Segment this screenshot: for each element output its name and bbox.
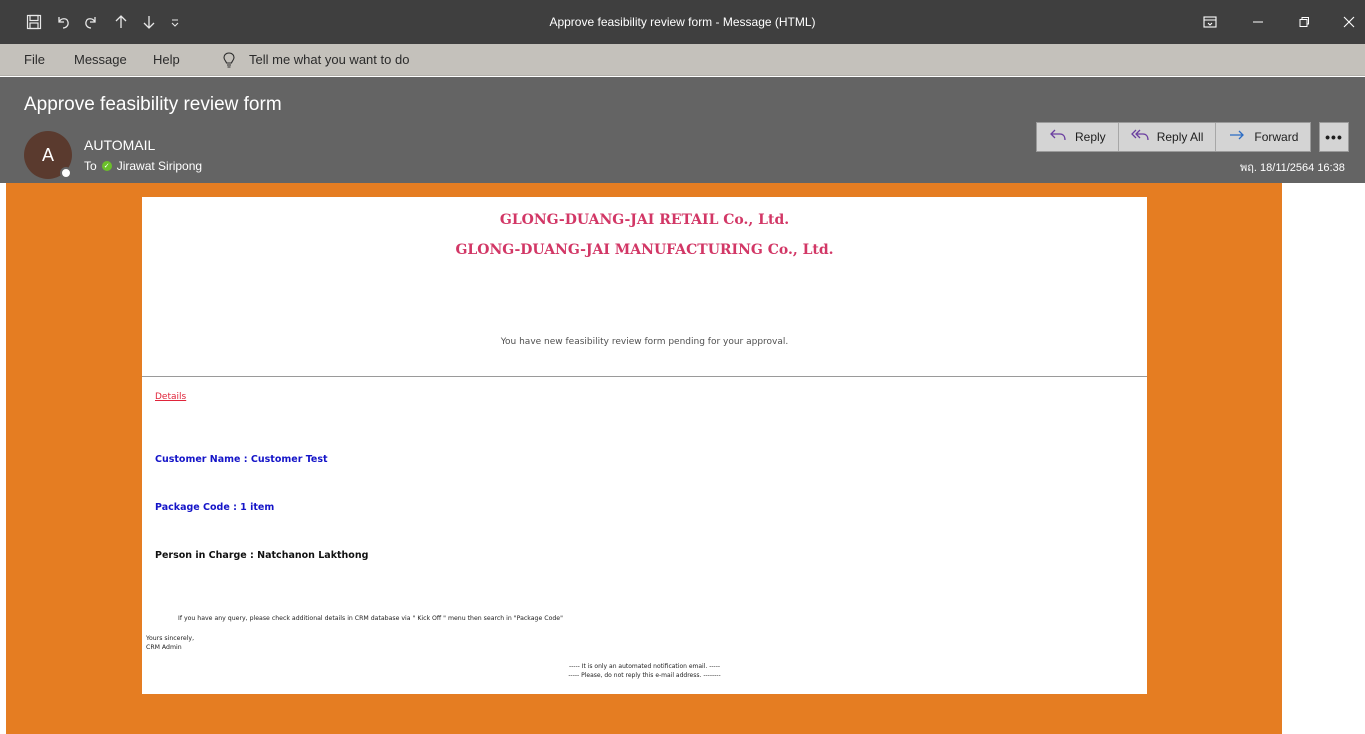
reply-icon [1049,128,1067,146]
company-name-retail: GLONG-DUANG-JAI RETAIL Co., Ltd. [499,212,790,228]
customize-icon[interactable] [163,10,187,34]
lightbulb-icon [220,50,238,70]
restore-icon[interactable] [1290,10,1318,34]
signature-name: CRM Admin [146,644,182,651]
email-content-card: GLONG-DUANG-JAI RETAIL Co., Ltd. GLONG-D… [142,197,1147,694]
reading-pane-margin [1282,183,1365,734]
signature-closing: Yours sincerely, [146,635,195,642]
tell-me-search[interactable]: Tell me what you want to do [249,52,409,67]
message-header: Approve feasibility review form A AUTOMA… [0,77,1365,183]
reply-button[interactable]: Reply [1037,123,1119,151]
package-code: Package Code : 1 item [155,502,275,513]
query-instructions: If you have any query, please check addi… [178,615,563,622]
undo-icon[interactable] [51,10,75,34]
forward-label: Forward [1254,130,1299,144]
reply-label: Reply [1075,130,1106,144]
sent-datetime: พฤ. 18/11/2564 16:38 [1240,162,1345,174]
save-icon[interactable] [22,10,46,34]
approval-notice: You have new feasibility review form pen… [500,337,789,347]
reply-all-label: Reply All [1156,130,1204,144]
sender-name[interactable]: AUTOMAIL [84,137,155,153]
menu-file[interactable]: File [24,52,45,67]
ribbon-menu: File Message Help Tell me what you want … [0,44,1365,76]
menu-help[interactable]: Help [153,52,180,67]
divider [142,376,1147,377]
reply-all-icon [1130,128,1149,146]
to-label: To [84,159,97,173]
close-icon[interactable] [1335,10,1363,34]
customer-name: Customer Name : Customer Test [155,454,328,465]
forward-icon [1228,128,1246,146]
company-name-manufacturing: GLONG-DUANG-JAI MANUFACTURING Co., Ltd. [455,242,834,258]
presence-status-icon [60,167,72,179]
avatar-initial: A [41,144,54,165]
footer-automated-notice: ----- It is only an automated notificati… [568,663,721,670]
reply-all-button[interactable]: Reply All [1119,123,1217,151]
ribbon-display-icon[interactable] [1196,10,1224,34]
more-actions-button[interactable]: ••• [1319,122,1349,152]
message-subject: Approve feasibility review form [24,94,282,115]
reply-actions: Reply Reply All Forward [1036,122,1312,152]
minimize-icon[interactable] [1244,10,1272,34]
recipient-line: To ✓ Jirawat Siripong [84,159,202,173]
person-in-charge: Person in Charge : Natchanon Lakthong [155,550,369,561]
forward-button[interactable]: Forward [1216,123,1310,151]
redo-icon[interactable] [79,10,103,34]
title-bar: Approve feasibility review form - Messag… [0,0,1365,44]
up-arrow-icon[interactable] [109,10,133,34]
footer-no-reply-notice: ----- Please, do not reply this e-mail a… [568,672,721,679]
check-circle-icon: ✓ [101,161,112,171]
menu-message[interactable]: Message [74,52,127,67]
details-link[interactable]: Details [155,392,186,402]
window-title: Approve feasibility review form - Messag… [549,15,816,29]
down-arrow-icon[interactable] [137,10,161,34]
recipient-name[interactable]: Jirawat Siripong [117,159,202,173]
